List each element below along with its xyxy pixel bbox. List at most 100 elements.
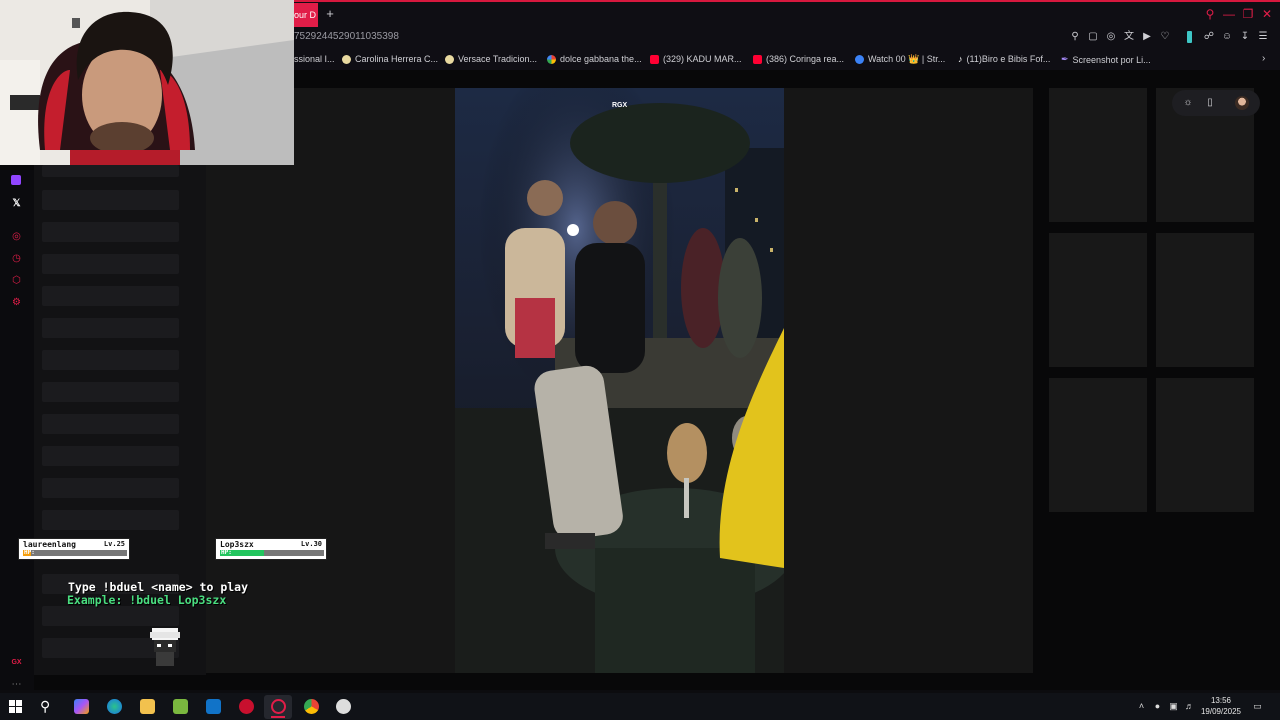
heart-icon[interactable]: ♡ <box>1159 31 1171 43</box>
snapshot-icon[interactable]: ▢ <box>1087 31 1099 43</box>
chrome-icon[interactable] <box>304 699 319 714</box>
webcam-scene <box>0 0 294 165</box>
list-item[interactable] <box>42 254 179 274</box>
search-tabs-icon[interactable]: ⚲ <box>1203 7 1217 21</box>
windows-start-icon[interactable] <box>9 700 22 713</box>
target-icon[interactable]: ◎ <box>10 230 23 243</box>
avatar[interactable] <box>1235 96 1249 110</box>
compass-icon[interactable]: ☼ <box>1182 97 1194 109</box>
app-icon[interactable] <box>336 699 351 714</box>
bookmark-item[interactable]: Watch 00 👑 | Str... <box>855 54 945 65</box>
notifications-icon[interactable]: ▭ <box>1252 701 1263 712</box>
file-explorer-icon[interactable] <box>140 699 155 714</box>
video-thumbnail[interactable] <box>1049 88 1147 222</box>
phone-icon[interactable]: ▯ <box>1204 97 1216 109</box>
gx-logo[interactable]: GX <box>10 656 23 669</box>
pen-icon: ✒ <box>1061 54 1069 64</box>
minimize-button[interactable]: — <box>1222 7 1236 21</box>
list-item[interactable] <box>42 478 179 498</box>
video-frame[interactable] <box>455 88 784 673</box>
bookmark-item[interactable]: Versace Tradicion... <box>445 54 537 64</box>
play-icon[interactable]: ▶ <box>1141 31 1153 43</box>
list-item[interactable] <box>42 350 179 370</box>
app-icon[interactable] <box>239 699 254 714</box>
search-icon[interactable]: ⚲ <box>40 698 50 715</box>
list-item[interactable] <box>42 286 179 306</box>
bookmark-item[interactable]: ssional I... <box>294 54 335 64</box>
bookmark-item[interactable]: Carolina Herrera C... <box>342 54 438 64</box>
active-indicator <box>271 716 285 718</box>
translate-icon[interactable]: 文 <box>1123 31 1135 43</box>
google-icon <box>547 54 556 64</box>
video-thumbnail[interactable] <box>1049 378 1147 512</box>
bookmark-item[interactable]: dolce gabbana the... <box>547 54 642 64</box>
maximize-button[interactable]: ❐ <box>1241 7 1255 21</box>
list-item[interactable] <box>42 165 179 177</box>
site-icon <box>342 54 351 64</box>
video-watermark: RGX <box>612 102 628 109</box>
new-tab-button[interactable]: + <box>323 6 337 22</box>
outlook-icon[interactable] <box>206 699 221 714</box>
duel-instruction: Type !bduel <name> to play <box>68 580 249 594</box>
menu-icon[interactable]: ☰ <box>1257 31 1269 43</box>
list-item[interactable] <box>42 222 179 242</box>
bookmark-item[interactable]: (329) KADU MAR... <box>650 54 742 64</box>
taskbar <box>0 693 1280 720</box>
network-icon[interactable]: ▣ <box>1168 701 1179 712</box>
more-icon[interactable]: ⋯ <box>10 678 23 691</box>
video-thumbnail[interactable] <box>1049 233 1147 367</box>
x-icon[interactable]: 𝕏 <box>10 197 23 210</box>
volume-icon[interactable]: ♬ <box>1184 701 1195 712</box>
bookmark-item[interactable]: ✒ Screenshot por Li... <box>1061 54 1151 65</box>
clock-date[interactable]: 19/09/2025 <box>1200 707 1242 716</box>
url-text[interactable]: 7529244529011035398 <box>294 31 399 42</box>
video-thumbnail[interactable] <box>1156 233 1254 367</box>
profile-icon[interactable]: ☺ <box>1221 31 1233 43</box>
youtube-icon <box>753 54 762 64</box>
left-rail <box>0 170 34 690</box>
player-name: laureenlang <box>23 540 76 549</box>
player-level: Lv.25 <box>103 540 125 548</box>
duel-example: Example: !bduel Lop3szx <box>67 593 227 607</box>
list-item[interactable] <box>42 606 179 626</box>
opera-gx-icon[interactable] <box>271 699 286 714</box>
clock-icon[interactable]: ◷ <box>10 252 23 265</box>
list-item[interactable] <box>42 446 179 466</box>
site-icon <box>445 54 454 64</box>
settings-icon[interactable]: ⚙ <box>10 296 23 309</box>
chevron-up-icon[interactable]: ˄ <box>1136 701 1147 712</box>
player-card-2: Lop3szx Lv.30 HP: <box>215 538 327 560</box>
cube-icon[interactable]: ⬡ <box>10 274 23 287</box>
list-item[interactable] <box>42 414 179 434</box>
tab-active[interactable]: our D <box>294 3 318 27</box>
pixel-character-sprite <box>148 626 190 670</box>
copilot-icon[interactable] <box>74 699 89 714</box>
download-icon[interactable]: ↧ <box>1239 31 1251 43</box>
pin-icon[interactable]: ⚲ <box>1069 31 1081 43</box>
list-item[interactable] <box>42 382 179 402</box>
site-icon <box>855 55 864 64</box>
player-name: Lop3szx <box>220 540 254 549</box>
clock-time[interactable]: 13:56 <box>1203 696 1239 705</box>
edge-icon[interactable] <box>107 699 122 714</box>
hp-bar: HP: <box>23 549 127 556</box>
close-window-button[interactable]: ✕ <box>1260 7 1274 21</box>
store-icon[interactable] <box>173 699 188 714</box>
hp-bar: HP: <box>220 549 324 556</box>
list-item[interactable] <box>42 318 179 338</box>
microphone-icon[interactable]: ● <box>1152 701 1163 712</box>
extensions-icon[interactable]: ☍ <box>1203 31 1215 43</box>
video-thumbnail[interactable] <box>1156 378 1254 512</box>
bookmark-item[interactable]: ♪ (11)Biro e Bibis Fof... <box>958 54 1050 64</box>
tiktok-icon: ♪ <box>958 54 963 64</box>
player-level: Lv.30 <box>300 540 322 548</box>
list-item[interactable] <box>42 190 179 210</box>
chevron-right-icon[interactable]: › <box>1262 53 1265 64</box>
adblock-icon[interactable]: ◎ <box>1105 31 1117 43</box>
bookmark-item[interactable]: (386) Coringa rea... <box>753 54 844 64</box>
battery-saver-icon[interactable] <box>1187 31 1192 43</box>
twitch-icon[interactable] <box>11 175 21 185</box>
list-item[interactable] <box>42 510 179 530</box>
webcam-overlay <box>0 0 294 165</box>
video-scene <box>455 88 784 673</box>
